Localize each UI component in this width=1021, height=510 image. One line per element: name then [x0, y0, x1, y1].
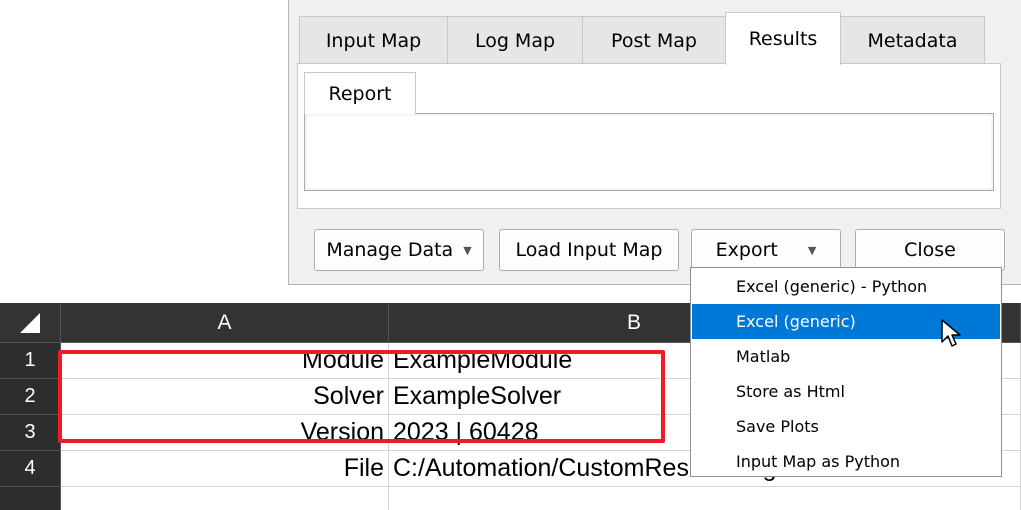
cell-a4[interactable]: File	[61, 451, 389, 487]
manage-data-button[interactable]: Manage Data ▼	[314, 229, 484, 271]
report-area[interactable]	[304, 113, 994, 191]
row-header[interactable]: 4	[0, 451, 61, 487]
cell-a3[interactable]: Version	[61, 415, 389, 451]
select-all-triangle-icon	[20, 312, 40, 333]
tab-input-map[interactable]: Input Map	[299, 16, 448, 64]
tab-post-map[interactable]: Post Map	[582, 16, 726, 64]
menu-item-save-plots[interactable]: Save Plots	[692, 409, 1000, 444]
export-menu: Excel (generic) - Python Excel (generic)…	[690, 267, 1002, 477]
cell-empty[interactable]	[389, 487, 1021, 510]
menu-item-input-map-as-python[interactable]: Input Map as Python	[692, 444, 1000, 479]
tab-report[interactable]: Report	[304, 72, 416, 114]
menu-item-excel-generic-python[interactable]: Excel (generic) - Python	[692, 269, 1000, 304]
column-header-a[interactable]: A	[61, 303, 389, 343]
cell-empty[interactable]	[61, 487, 389, 510]
export-button[interactable]: Export ▼	[691, 229, 841, 271]
row-header[interactable]: 1	[0, 343, 61, 379]
export-label: Export	[715, 239, 778, 261]
chevron-down-icon: ▼	[807, 243, 817, 257]
row-header-partial[interactable]	[0, 487, 61, 510]
row-header[interactable]: 2	[0, 379, 61, 415]
tab-results[interactable]: Results	[725, 12, 841, 65]
load-input-map-button[interactable]: Load Input Map	[499, 229, 679, 271]
close-button[interactable]: Close	[855, 229, 1005, 271]
results-dialog: Input Map Log Map Post Map Results Metad…	[288, 0, 1021, 285]
cell-a1[interactable]: Module	[61, 343, 389, 379]
mouse-pointer-icon	[941, 319, 961, 347]
cell-a2[interactable]: Solver	[61, 379, 389, 415]
chevron-down-icon: ▼	[463, 243, 472, 257]
tab-metadata[interactable]: Metadata	[840, 16, 985, 64]
select-all-corner[interactable]	[0, 303, 61, 343]
tab-log-map[interactable]: Log Map	[447, 16, 583, 64]
manage-data-label: Manage Data	[326, 239, 454, 261]
results-panel: Report	[297, 63, 1001, 209]
row-header[interactable]: 3	[0, 415, 61, 451]
menu-item-store-as-html[interactable]: Store as Html	[692, 374, 1000, 409]
